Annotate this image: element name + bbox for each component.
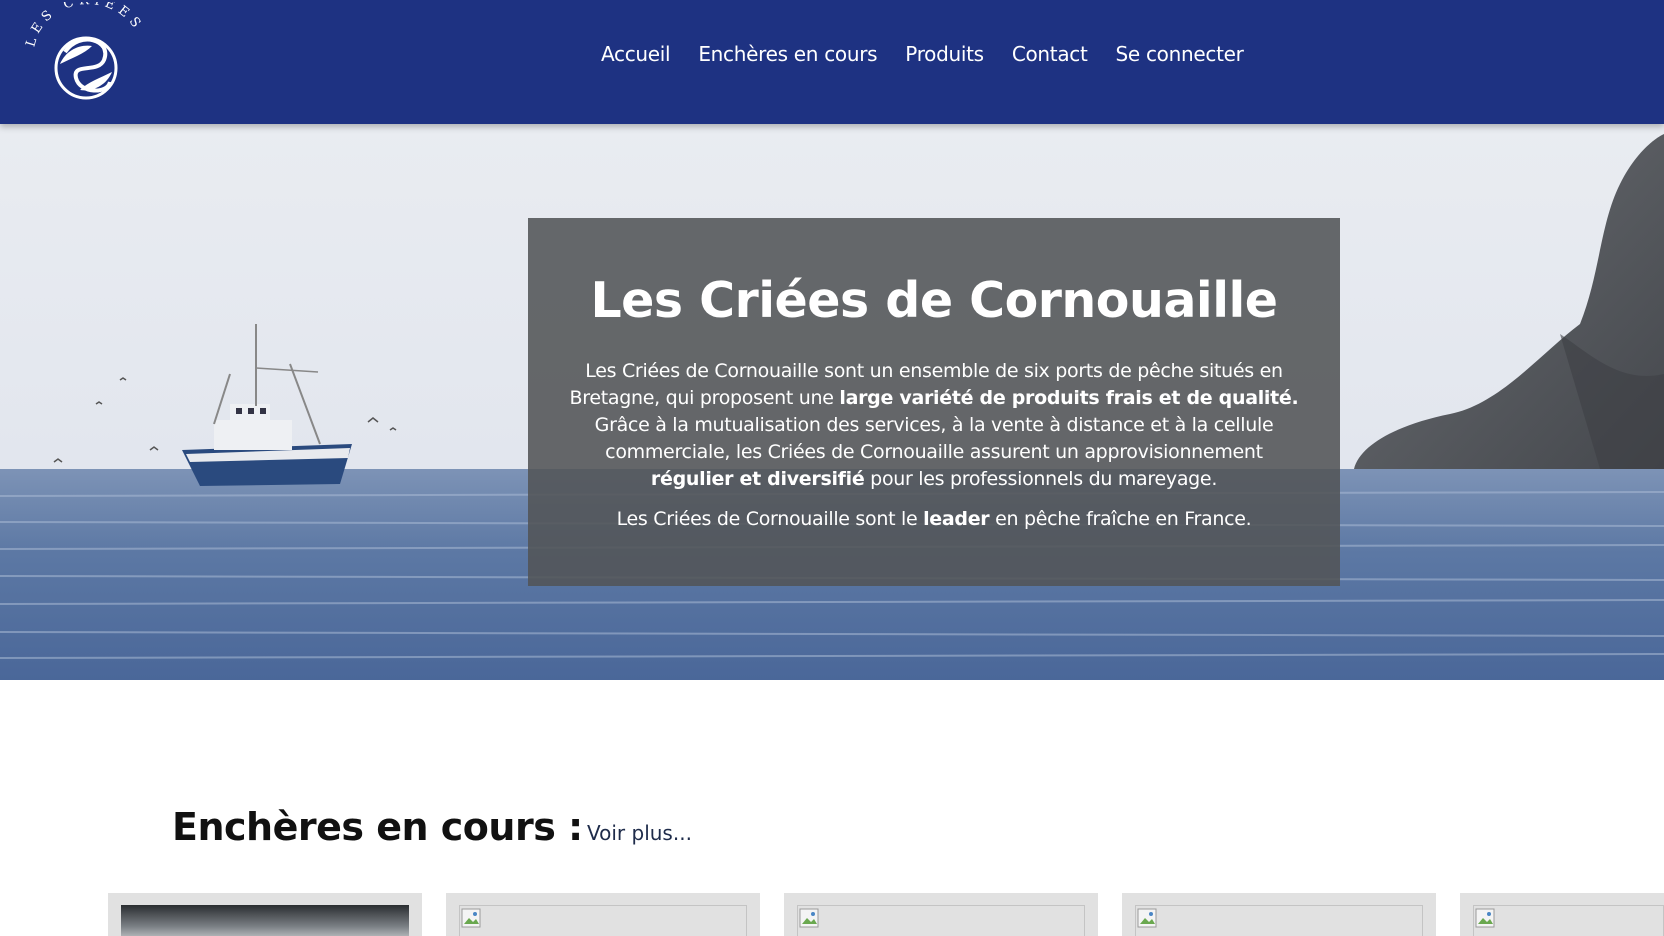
auction-card[interactable] — [784, 893, 1098, 936]
nav-encheres-en-cours[interactable]: Enchères en cours — [698, 42, 877, 66]
broken-image-icon — [1475, 908, 1495, 928]
nav-accueil[interactable]: Accueil — [601, 42, 671, 66]
main-navigation: Accueil Enchères en cours Produits Conta… — [601, 42, 1272, 66]
broken-image-icon — [1137, 908, 1157, 928]
nav-produits[interactable]: Produits — [905, 42, 984, 66]
nav-se-connecter[interactable]: Se connecter — [1116, 42, 1244, 66]
auction-card-image — [797, 905, 1085, 936]
auction-card-image — [1473, 905, 1664, 936]
site-header: LES CRIÉES Accueil Enchères en cours Pro… — [0, 0, 1664, 124]
auction-card[interactable] — [108, 893, 422, 936]
hero-title: Les Criées de Cornouaille — [590, 272, 1278, 329]
nav-contact[interactable]: Contact — [1012, 42, 1088, 66]
auction-card-image — [1135, 905, 1423, 936]
see-more-link[interactable]: Voir plus... — [587, 821, 692, 845]
auction-card-image — [121, 905, 409, 936]
auction-card[interactable] — [1460, 893, 1664, 936]
hero-banner: Les Criées de Cornouaille Les Criées de … — [0, 124, 1664, 680]
les-criees-logo[interactable]: LES CRIÉES — [20, 2, 150, 110]
hero-description: Les Criées de Cornouaille sont un ensemb… — [569, 360, 1299, 490]
hero-leader-statement: Les Criées de Cornouaille sont le leader… — [616, 508, 1252, 530]
auction-card-image — [459, 905, 747, 936]
auction-card[interactable] — [446, 893, 760, 936]
broken-image-icon — [461, 908, 481, 928]
auction-card[interactable] — [1122, 893, 1436, 936]
hero-overlay: Les Criées de Cornouaille Les Criées de … — [528, 218, 1340, 586]
auctions-section-title: Enchères en cours : — [172, 805, 583, 849]
broken-image-icon — [799, 908, 819, 928]
